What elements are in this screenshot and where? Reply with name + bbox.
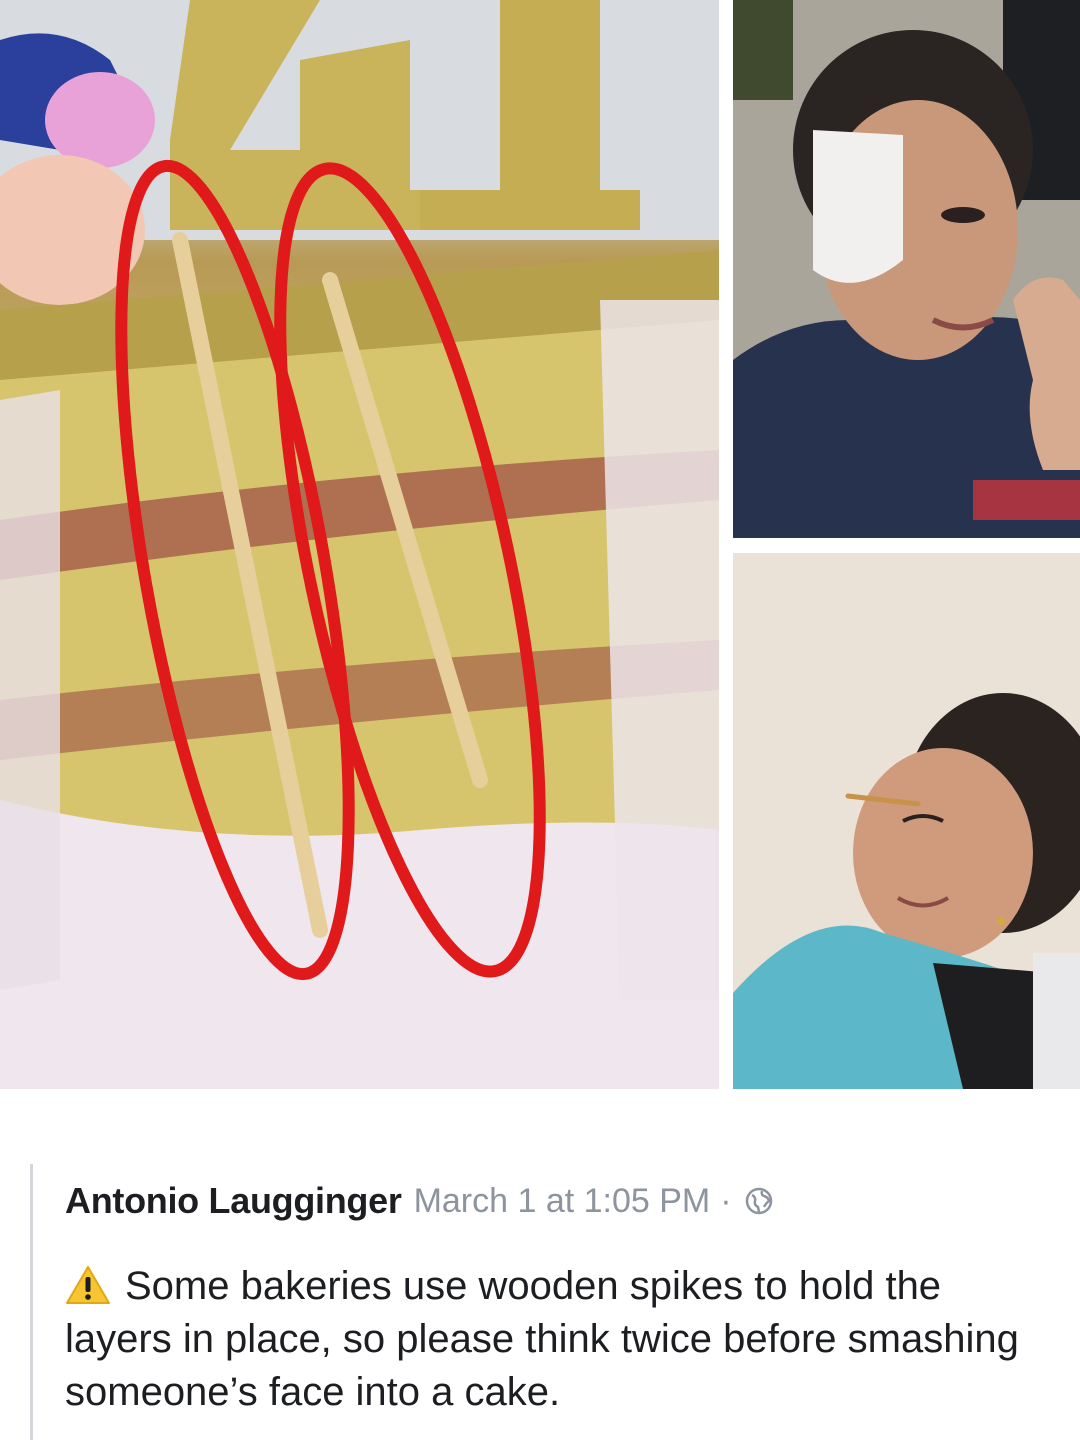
face xyxy=(853,748,1033,958)
post-text: Some bakeries use wooden spikes to hold … xyxy=(65,1264,1019,1414)
warning-sign-icon xyxy=(65,1265,111,1305)
earring xyxy=(997,917,1005,925)
eye-patch-illustration xyxy=(733,0,1080,538)
cake-illustration: 41 xyxy=(0,0,719,1089)
toothpick-injury-photo[interactable] xyxy=(733,553,1080,1089)
author-name[interactable]: Antonio Laugginger xyxy=(65,1180,402,1222)
toothpick-illustration xyxy=(733,553,1080,1089)
post-body: Some bakeries use wooden spikes to hold … xyxy=(65,1260,1035,1419)
meta-separator: · xyxy=(720,1181,732,1220)
post-timestamp[interactable]: March 1 at 1:05 PM xyxy=(414,1182,711,1221)
eye-patch-selfie-photo[interactable] xyxy=(733,0,1080,538)
photo-collage: 41 xyxy=(0,0,1080,1092)
post-meta: March 1 at 1:05 PM · xyxy=(414,1182,774,1221)
post-header: Antonio Laugginger March 1 at 1:05 PM · xyxy=(65,1180,774,1222)
pink-figurine xyxy=(45,72,155,168)
facebook-post: Antonio Laugginger March 1 at 1:05 PM · … xyxy=(30,1164,1053,1440)
cake-cross-section-photo[interactable]: 41 xyxy=(0,0,719,1089)
eye-patch xyxy=(813,130,903,283)
globe-icon[interactable] xyxy=(744,1186,774,1216)
plant xyxy=(733,0,793,100)
eye xyxy=(941,207,985,223)
